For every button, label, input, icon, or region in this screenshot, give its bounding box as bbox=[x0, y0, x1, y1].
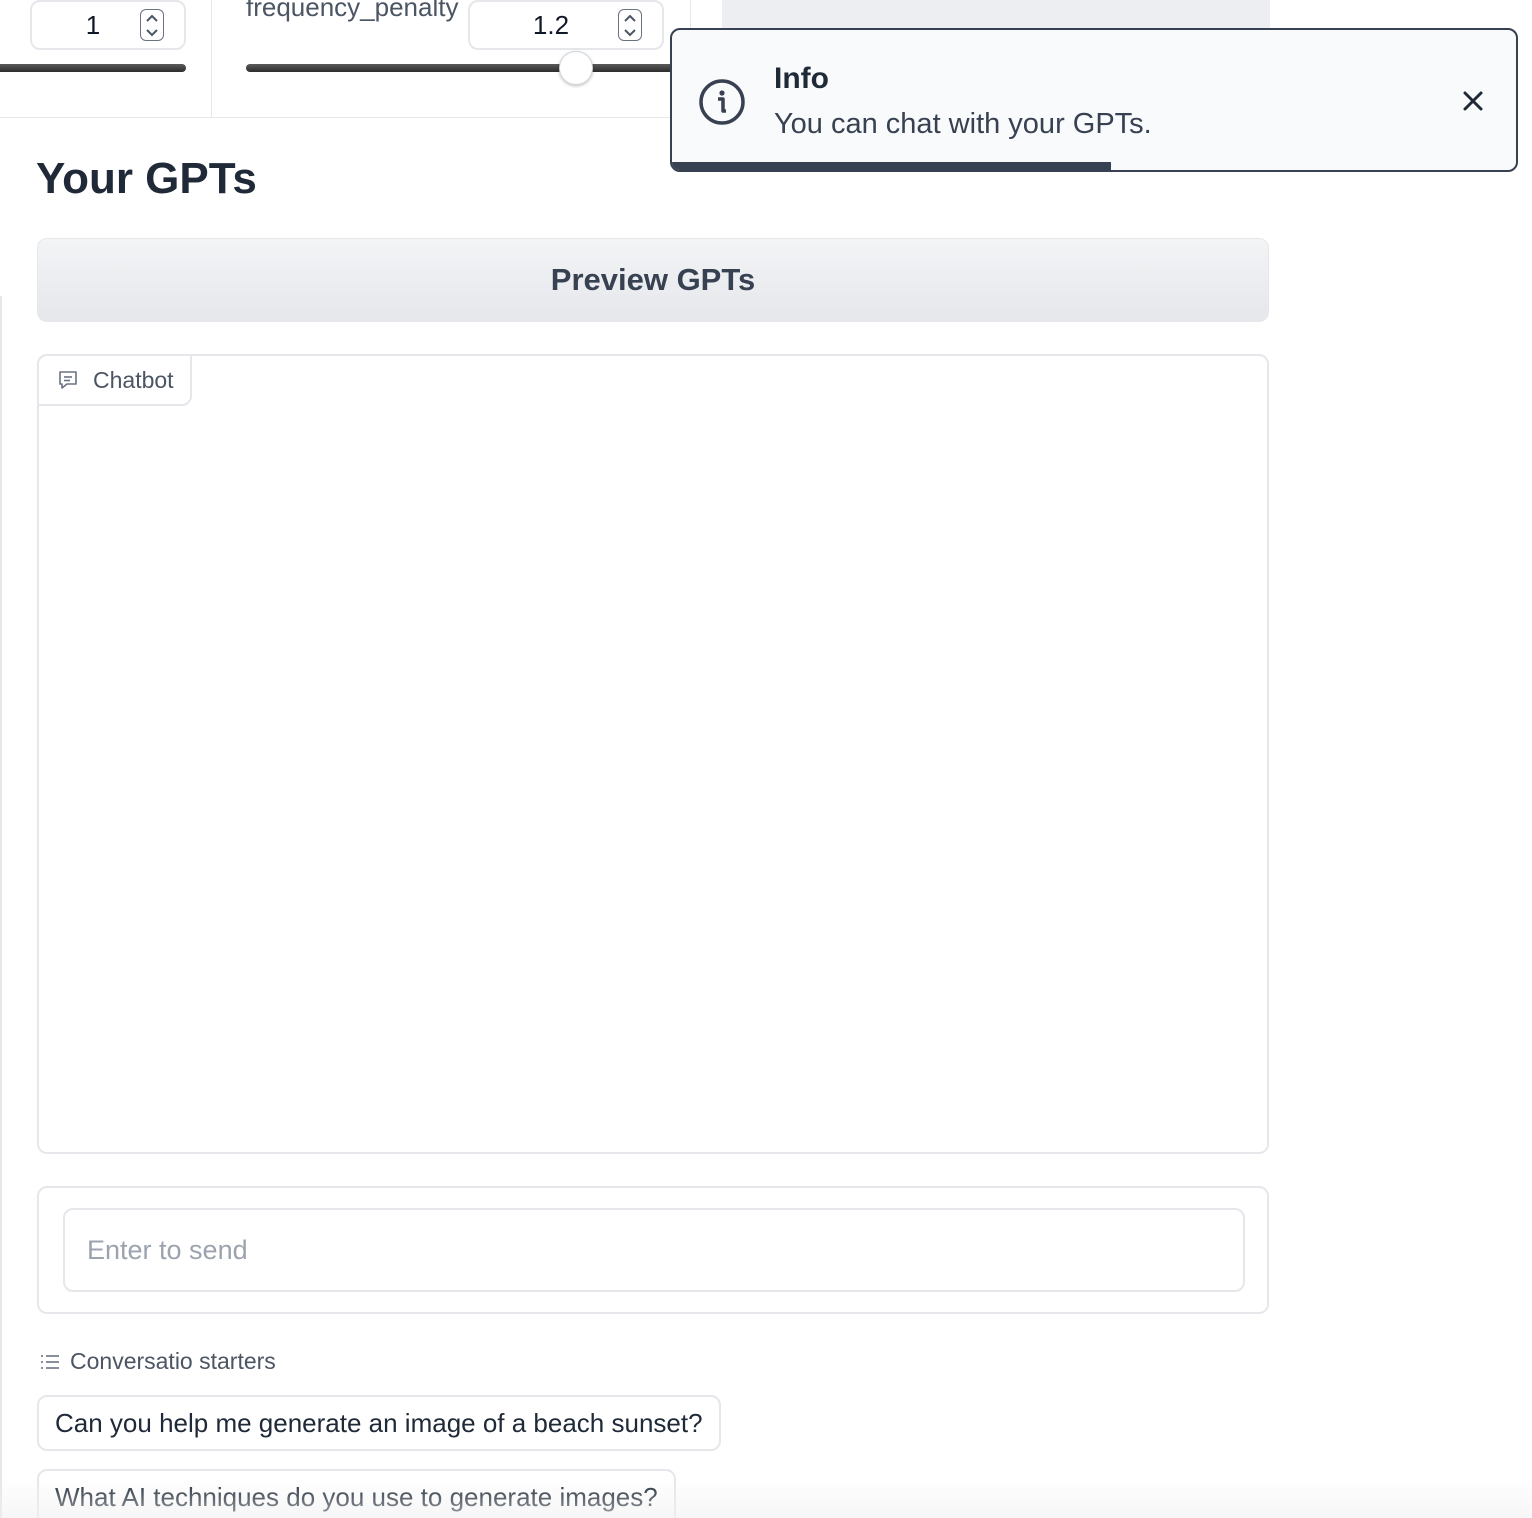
info-icon bbox=[699, 79, 745, 125]
spinner-icon[interactable] bbox=[618, 9, 642, 41]
first-number-value: 1 bbox=[85, 9, 101, 40]
chatbot-label-text: Chatbot bbox=[93, 366, 174, 393]
preview-gpts-button[interactable]: Preview GPTs bbox=[37, 238, 1269, 322]
close-icon[interactable] bbox=[1460, 88, 1486, 114]
chevron-up-icon bbox=[146, 14, 158, 22]
message-input-container bbox=[37, 1186, 1269, 1314]
conversation-starters-text: Conversatio starters bbox=[70, 1348, 276, 1374]
page: 1 frequency_penalty 1.2 Info You can cha… bbox=[0, 0, 1532, 1518]
frequency-penalty-label: frequency_penalty bbox=[246, 0, 459, 22]
chevron-up-icon bbox=[624, 14, 636, 22]
chevron-down-icon bbox=[146, 29, 158, 37]
frequency-penalty-slider[interactable] bbox=[246, 64, 675, 72]
starter-button[interactable]: What AI techniques do you use to generat… bbox=[37, 1469, 676, 1518]
frequency-penalty-slider-thumb[interactable] bbox=[559, 51, 594, 85]
param-panel-first: 1 bbox=[0, 0, 212, 118]
toast-title: Info bbox=[774, 62, 829, 95]
frequency-penalty-value: 1.2 bbox=[532, 9, 570, 40]
toast-message: You can chat with your GPTs. bbox=[774, 108, 1152, 140]
first-number-input[interactable]: 1 bbox=[30, 0, 186, 50]
list-icon bbox=[41, 1354, 59, 1369]
page-title: Your GPTs bbox=[36, 154, 257, 203]
chatbot-panel: Chatbot bbox=[37, 354, 1269, 1154]
starter-button[interactable]: Can you help me generate an image of a b… bbox=[37, 1395, 721, 1451]
conversation-starters-label: Conversatio starters bbox=[40, 1348, 276, 1375]
message-input[interactable] bbox=[63, 1208, 1245, 1292]
left-divider bbox=[0, 296, 2, 1518]
chat-bubble-icon bbox=[59, 371, 77, 389]
first-slider-track[interactable] bbox=[0, 64, 186, 72]
chevron-down-icon bbox=[624, 29, 636, 37]
param-panel-frequency-penalty: frequency_penalty 1.2 bbox=[211, 0, 691, 118]
frequency-penalty-input[interactable]: 1.2 bbox=[468, 0, 664, 50]
chatbot-label: Chatbot bbox=[37, 354, 192, 406]
toast-progress-bar bbox=[672, 162, 1111, 170]
spinner-icon[interactable] bbox=[140, 9, 164, 41]
info-toast: Info You can chat with your GPTs. bbox=[670, 28, 1518, 172]
